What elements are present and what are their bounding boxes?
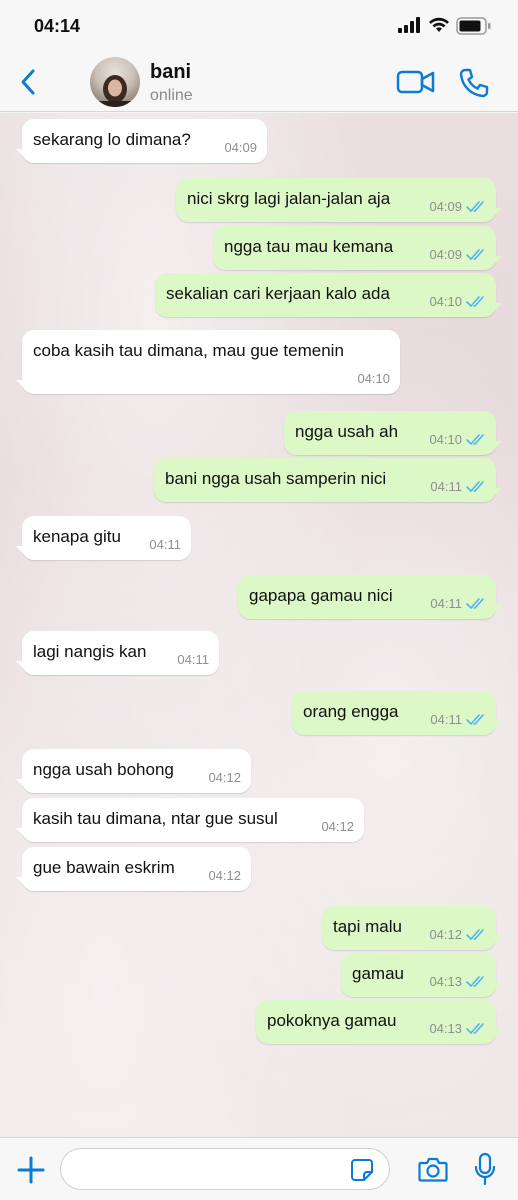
chat-header: bani online [0, 50, 518, 112]
message-input[interactable] [60, 1148, 390, 1190]
avatar-photo [90, 75, 140, 107]
message-incoming[interactable]: gue bawain eskrim 04:12 [16, 847, 251, 891]
read-ticks-icon [466, 929, 484, 941]
read-ticks-icon [466, 434, 484, 446]
message-incoming[interactable]: kenapa gitu 04:11 [16, 516, 191, 560]
message-text: sekalian cari kerjaan kalo ada [166, 284, 390, 303]
camera-icon[interactable] [418, 1155, 448, 1183]
read-ticks-icon [466, 1023, 484, 1035]
message-outgoing[interactable]: bani ngga usah samperin nici 04:11 [154, 458, 502, 502]
status-time: 04:14 [34, 16, 81, 36]
plus-icon[interactable] [16, 1155, 46, 1185]
message-time: 04:13 [429, 1021, 462, 1036]
message-text: lagi nangis kan [33, 642, 147, 661]
message-outgoing[interactable]: gapapa gamau nici 04:11 [238, 575, 502, 619]
status-icons [398, 17, 494, 35]
composer-bar [0, 1137, 518, 1200]
read-ticks-icon [466, 481, 484, 493]
message-outgoing[interactable]: ngga usah ah 04:10 [284, 411, 502, 455]
message-text: coba kasih tau dimana, mau gue temenin [33, 341, 344, 360]
message-time: 04:11 [177, 652, 209, 667]
back-icon[interactable] [18, 68, 38, 96]
message-incoming[interactable]: kasih tau dimana, ntar gue susul 04:12 [16, 798, 364, 842]
message-incoming[interactable]: ngga usah bohong 04:12 [16, 749, 251, 793]
message-time: 04:10 [429, 294, 462, 309]
message-incoming[interactable]: coba kasih tau dimana, mau gue temenin 0… [16, 330, 400, 394]
message-text: gamau [352, 964, 404, 983]
message-time: 04:11 [430, 712, 462, 727]
message-text: ngga tau mau kemana [224, 237, 394, 256]
message-outgoing[interactable]: sekalian cari kerjaan kalo ada 04:10 [155, 273, 502, 317]
message-text: ngga usah bohong [33, 760, 174, 779]
status-bar: 04:14 [0, 0, 518, 50]
message-time: 04:12 [429, 927, 462, 942]
message-time: 04:11 [149, 537, 181, 552]
chat-area[interactable]: sekarang lo dimana? 04:09 nici skrg lagi… [0, 113, 518, 1137]
message-time: 04:12 [208, 868, 241, 883]
message-outgoing[interactable]: pokoknya gamau 04:13 [256, 1000, 502, 1044]
read-ticks-icon [466, 296, 484, 308]
message-text: ngga usah ah [295, 422, 399, 441]
contact-name[interactable]: bani [150, 61, 191, 84]
message-time: 04:10 [429, 432, 462, 447]
read-ticks-icon [466, 976, 484, 988]
read-ticks-icon [466, 249, 484, 261]
message-outgoing[interactable]: ngga tau mau kemana 04:09 [213, 226, 502, 270]
message-incoming[interactable]: lagi nangis kan 04:11 [16, 631, 219, 675]
message-time: 04:09 [429, 247, 462, 262]
microphone-icon[interactable] [474, 1152, 496, 1186]
message-outgoing[interactable]: nici skrg lagi jalan-jalan aja 04:09 [176, 178, 502, 222]
avatar[interactable] [90, 57, 140, 107]
message-text: bani ngga usah samperin nici [165, 469, 387, 488]
message-time: 04:13 [429, 974, 462, 989]
message-text: gue bawain eskrim [33, 858, 175, 877]
read-ticks-icon [466, 201, 484, 213]
message-time: 04:11 [430, 479, 462, 494]
message-incoming[interactable]: sekarang lo dimana? 04:09 [16, 119, 267, 163]
message-text: tapi malu [333, 917, 402, 936]
message-time: 04:12 [208, 770, 241, 785]
message-outgoing[interactable]: orang engga 04:11 [292, 691, 502, 735]
read-ticks-icon [466, 598, 484, 610]
wifi-icon [429, 17, 449, 32]
message-outgoing[interactable]: gamau 04:13 [341, 953, 502, 997]
message-text: pokoknya gamau [267, 1011, 397, 1030]
read-ticks-icon [466, 714, 484, 726]
video-call-icon[interactable] [396, 68, 436, 96]
signal-icon [398, 17, 420, 33]
message-text: kenapa gitu [33, 527, 121, 546]
message-time: 04:09 [429, 199, 462, 214]
message-text: gapapa gamau nici [249, 586, 393, 605]
sticker-icon[interactable] [350, 1158, 374, 1182]
message-text: sekarang lo dimana? [33, 130, 191, 149]
voice-call-icon[interactable] [458, 67, 490, 99]
message-time: 04:12 [321, 819, 354, 834]
message-time: 04:09 [224, 140, 257, 155]
battery-icon [456, 17, 491, 35]
contact-status: online [150, 87, 193, 104]
message-text: kasih tau dimana, ntar gue susul [33, 809, 278, 828]
message-outgoing[interactable]: tapi malu 04:12 [322, 906, 502, 950]
message-text: nici skrg lagi jalan-jalan aja [187, 189, 391, 208]
message-text: orang engga [303, 702, 399, 721]
message-time: 04:11 [430, 596, 462, 611]
message-time: 04:10 [357, 371, 390, 386]
